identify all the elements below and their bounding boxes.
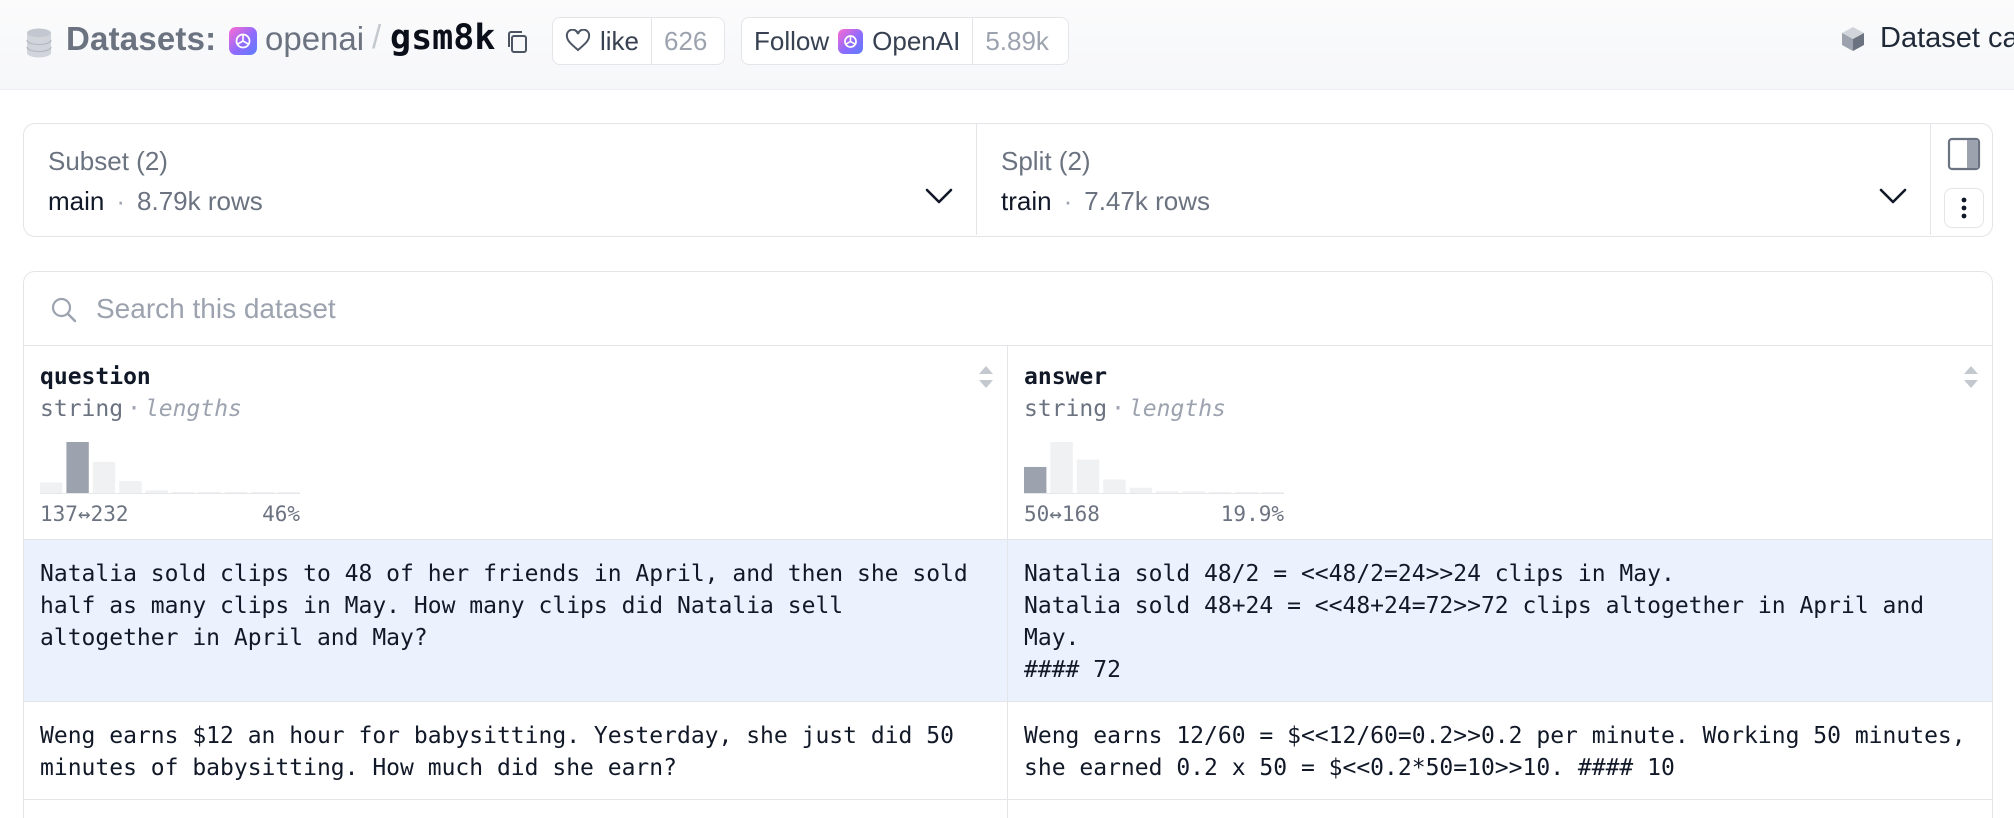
subset-selector[interactable]: Subset (2) main · 8.79k rows	[24, 124, 977, 235]
like-button[interactable]: like 626	[552, 17, 725, 65]
type-sep: ·	[1111, 396, 1125, 422]
length-histogram[interactable]	[1024, 440, 1284, 494]
split-value: train · 7.47k rows	[1001, 186, 1210, 217]
stat-label: lengths	[144, 396, 242, 422]
split-title: Split (2)	[1001, 146, 1091, 176]
follow-org-name: OpenAI	[872, 25, 961, 56]
subset-split-panel: Subset (2) main · 8.79k rows Split (2) tra…	[23, 123, 1993, 237]
cube-icon	[1842, 26, 1864, 51]
path-separator: /	[372, 18, 382, 55]
sidebar-toggle-icon[interactable]	[1947, 137, 1981, 171]
heart-icon	[565, 29, 591, 52]
column-name: question	[40, 364, 151, 390]
split-name: train	[1001, 186, 1052, 216]
copy-icon[interactable]	[505, 29, 529, 55]
type-label: string	[40, 396, 124, 422]
type-sep: ·	[127, 396, 141, 422]
histogram-percent: 46%	[262, 502, 300, 526]
subset-dot: ·	[116, 186, 126, 216]
database-icon	[26, 28, 52, 58]
subset-name: main	[48, 186, 105, 216]
subset-rows: 8.79k rows	[137, 186, 263, 216]
histogram-bar[interactable]	[1024, 466, 1047, 494]
split-selector[interactable]: Split (2) train · 7.47k rows	[977, 124, 1931, 235]
histogram-bar[interactable]	[119, 481, 142, 494]
like-count[interactable]: 626	[651, 18, 719, 64]
sort-icon[interactable]	[1962, 364, 1980, 390]
repo-name[interactable]: gsm8k	[390, 18, 495, 58]
search-icon	[51, 297, 77, 323]
search-bar	[24, 272, 1992, 346]
type-label: string	[1024, 396, 1108, 422]
stat-label: lengths	[1128, 396, 1226, 422]
column-type: string · lengths	[40, 396, 242, 422]
dataset-viewer: question string·lengths 137↔232 46% answ…	[23, 271, 1993, 818]
question-cell[interactable]: Natalia sold clips to 48 of her friends …	[24, 540, 1008, 701]
histogram-percent: 19.9%	[1220, 502, 1284, 526]
follow-button[interactable]: Follow OpenAI 5.89k	[741, 17, 1069, 65]
histogram-bar[interactable]	[92, 461, 116, 494]
table-row[interactable]: Weng earns $12 an hour for babysitting. …	[24, 702, 1992, 800]
kebab-menu-icon	[1961, 197, 1967, 219]
histogram-bar[interactable]	[1103, 479, 1126, 494]
histogram-bar[interactable]	[1050, 442, 1073, 494]
chevron-down-icon[interactable]	[1878, 184, 1908, 208]
answer-cell[interactable]: Weng earns 12/60 = $<<12/60=0.2>>0.2 per…	[1008, 702, 1992, 799]
split-rows: 7.47k rows	[1084, 186, 1210, 216]
question-cell[interactable]: Weng earns $12 an hour for babysitting. …	[24, 702, 1008, 799]
answer-cell[interactable]: Natalia sold 48/2 = <<48/2=24>>24 clips …	[1008, 540, 1992, 701]
chevron-down-icon[interactable]	[924, 184, 954, 208]
question-cell[interactable]	[24, 800, 1008, 818]
column-name: answer	[1024, 364, 1108, 390]
histogram-bar[interactable]	[40, 482, 63, 494]
sort-icon[interactable]	[977, 364, 995, 390]
subset-title: Subset (2)	[48, 146, 168, 176]
like-label: like	[600, 25, 640, 56]
more-options-button[interactable]	[1944, 188, 1984, 228]
org-link[interactable]: openai	[265, 20, 364, 58]
datasets-label[interactable]: Datasets:	[66, 20, 216, 58]
dataset-card-tab[interactable]: Dataset ca	[1840, 22, 2014, 55]
table-row[interactable]: Natalia sold clips to 48 of her friends …	[24, 540, 1992, 702]
subset-value: main · 8.79k rows	[48, 186, 263, 217]
column-header-answer[interactable]: answer string · lengths 50↔168 19.9%	[1008, 346, 1992, 540]
follower-count[interactable]: 5.89k	[972, 18, 1061, 64]
split-dot: ·	[1063, 186, 1073, 216]
openai-small-logo-icon	[838, 28, 864, 54]
answer-cell[interactable]	[1008, 800, 1992, 818]
histogram-range: 137↔232	[40, 502, 129, 526]
search-input[interactable]	[96, 286, 1896, 332]
table-row[interactable]	[24, 800, 1992, 818]
histogram-bar[interactable]	[66, 442, 89, 494]
openai-logo-icon[interactable]	[229, 27, 257, 55]
dataset-header: Datasets: openai / gsm8k like 626 Follow…	[0, 0, 2014, 90]
histogram-range: 50↔168	[1024, 502, 1100, 526]
column-header-question[interactable]: question string · lengths 137↔232 46%	[24, 346, 1008, 540]
column-type: string · lengths	[1024, 396, 1226, 422]
dataset-card-label: Dataset ca	[1880, 22, 2014, 54]
follow-label: Follow	[754, 25, 830, 56]
length-histogram[interactable]	[40, 440, 300, 494]
histogram-bar[interactable]	[1076, 459, 1100, 494]
